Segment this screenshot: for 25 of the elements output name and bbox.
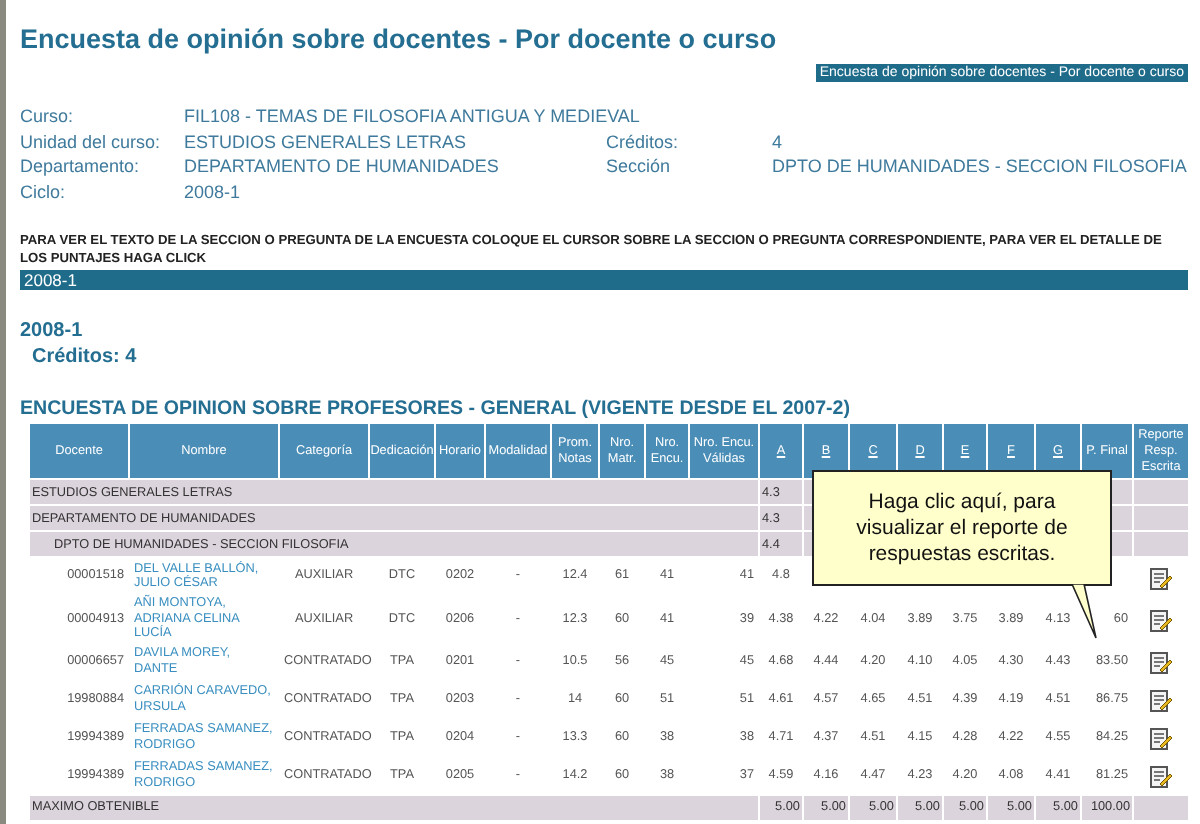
field-value: DEPARTAMENTO DE HUMANIDADES	[184, 156, 501, 179]
tooltip-pointer	[1070, 584, 1098, 640]
report-icon[interactable]	[1150, 688, 1172, 710]
field-label: Departamento:	[20, 156, 142, 179]
field-value: DPTO DE HUMANIDADES - SECCION FILOSOFIA	[772, 156, 1188, 179]
period-bar: 2008-1	[20, 270, 1188, 290]
report-icon[interactable]	[1150, 565, 1172, 587]
field-value: ESTUDIOS GENERALES LETRAS	[184, 131, 469, 154]
tooltip: Haga clic aquí, para visualizar el reporte de respuestas escritas.	[812, 470, 1112, 586]
field-value: 4	[772, 131, 785, 154]
survey-title: ENCUESTA DE OPINION SOBRE PROFESORES - GENERAL (VIGENTE DESDE EL 2007-2)	[20, 398, 852, 420]
report-icon[interactable]	[1150, 764, 1172, 786]
report-icon[interactable]	[1150, 726, 1172, 748]
field-value: FIL108 - TEMAS DE FILOSOFIA ANTIGUA Y MEDIEVAL	[184, 106, 642, 129]
page-title: Encuesta de opinión sobre docentes - Por docente o curso	[20, 22, 779, 54]
credits-heading: Créditos: 4	[32, 346, 139, 368]
field-value: 2008-1	[184, 181, 243, 204]
period-heading: 2008-1	[20, 320, 85, 342]
field-label: Créditos:	[606, 131, 681, 154]
field-label: Ciclo:	[20, 181, 68, 204]
field-label: Sección	[606, 156, 673, 179]
report-icon[interactable]	[1150, 650, 1172, 672]
field-label: Curso:	[20, 106, 76, 129]
field-label: Unidad del curso:	[20, 131, 163, 154]
report-icon[interactable]	[1150, 607, 1172, 630]
